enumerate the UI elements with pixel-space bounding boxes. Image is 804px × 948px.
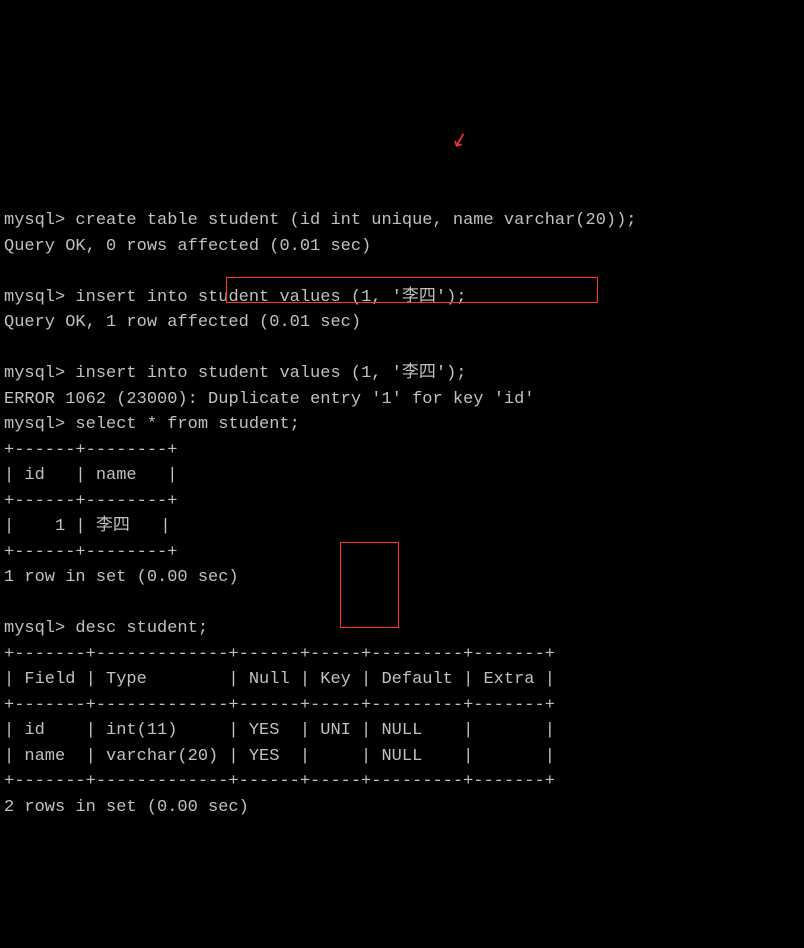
command-select[interactable]: select * from student; <box>65 415 300 434</box>
error-prefix: ERROR 1062 (23000): <box>4 390 208 409</box>
mysql-prompt: mysql> <box>4 415 65 434</box>
table-border: +-------+-------------+------+-----+----… <box>4 772 555 791</box>
highlight-box-error <box>226 277 598 303</box>
command-desc[interactable]: desc student; <box>65 619 208 638</box>
query-result: 2 rows in set (0.00 sec) <box>4 798 249 817</box>
table-row: | 1 | 李四 | <box>4 517 171 536</box>
table-row: | id | int(11) | YES | UNI | NULL | | <box>4 721 555 740</box>
command-insert-2[interactable]: insert into student values (1, '李四'); <box>65 364 466 383</box>
command-create-table[interactable]: create table student (id int unique, nam… <box>65 211 636 230</box>
mysql-prompt: mysql> <box>4 211 65 230</box>
table-border: +-------+-------------+------+-----+----… <box>4 696 555 715</box>
table-border: +-------+-------------+------+-----+----… <box>4 645 555 664</box>
table-border: +------+--------+ <box>4 441 177 460</box>
error-message-duplicate: Duplicate entry '1' for key 'id' <box>208 390 534 409</box>
highlight-box-key <box>340 542 399 628</box>
query-result: Query OK, 0 rows affected (0.01 sec) <box>4 237 371 256</box>
table-border: +------+--------+ <box>4 543 177 562</box>
table-header: | Field | Type | Null | Key | Default | … <box>4 670 555 689</box>
terminal-output: ↙ mysql> create table student (id int un… <box>4 106 800 820</box>
mysql-prompt: mysql> <box>4 364 65 383</box>
query-result: Query OK, 1 row affected (0.01 sec) <box>4 313 361 332</box>
table-border: +------+--------+ <box>4 492 177 511</box>
table-row: | name | varchar(20) | YES | | NULL | | <box>4 747 555 766</box>
arrow-annotation: ↙ <box>448 125 472 158</box>
query-result: 1 row in set (0.00 sec) <box>4 568 239 587</box>
table-header: | id | name | <box>4 466 177 485</box>
mysql-prompt: mysql> <box>4 619 65 638</box>
mysql-prompt: mysql> <box>4 288 65 307</box>
